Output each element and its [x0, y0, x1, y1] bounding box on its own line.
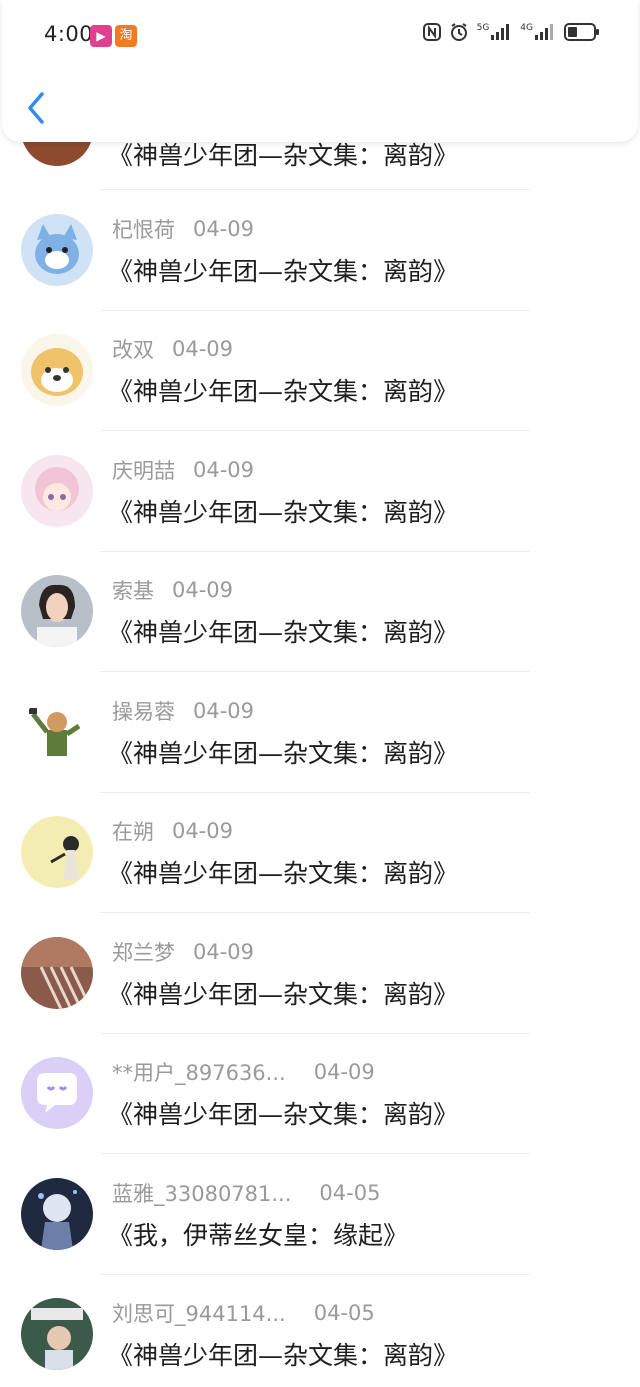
user-name: 在朔 — [112, 820, 154, 844]
list-item-meta: 操易蓉 04-09 — [112, 696, 254, 726]
avatar — [21, 575, 93, 647]
avatar — [21, 455, 93, 527]
list-item[interactable]: **用户_897636... 04-09 《神兽少年团—杂文集：离韵》 — [0, 1033, 640, 1154]
list-item-meta: 杞恨荷 04-09 — [112, 214, 254, 244]
user-name: **用户_897636... — [112, 1061, 286, 1085]
alarm-icon — [450, 23, 468, 41]
list-item[interactable]: 杞恨荷 04-09 《神兽少年团—杂文集：离韵》 — [0, 190, 640, 311]
avatar — [21, 214, 93, 286]
avatar — [21, 1057, 93, 1129]
user-name: 庆明喆 — [112, 459, 175, 483]
list-item-title: 《神兽少年团—杂文集：离韵》 — [108, 739, 459, 768]
header-bar: 4:00 ▶ 淘 5G 4G — [2, 0, 638, 142]
user-name: 刘思可_944114... — [112, 1302, 286, 1326]
avatar — [21, 334, 93, 406]
nfc-icon — [422, 23, 441, 41]
list-item[interactable]: 在朔 04-09 《神兽少年团—杂文集：离韵》 — [0, 792, 640, 913]
signal-4g-icon: 4G — [520, 24, 555, 40]
user-name: 蓝雅_33080781... — [112, 1182, 292, 1206]
list-item-meta: 索基 04-09 — [112, 575, 233, 605]
user-name: 索基 — [112, 579, 154, 603]
list-item-meta: 郑兰梦 04-09 — [112, 937, 254, 967]
date-label: 04-09 — [193, 217, 255, 241]
status-icons: 5G 4G — [422, 22, 600, 42]
user-name: 郑兰梦 — [112, 941, 175, 965]
date-label: 04-09 — [172, 337, 234, 361]
date-label: 04-09 — [193, 699, 255, 723]
list-item-meta: 刘思可_944114... 04-05 — [112, 1298, 375, 1328]
user-name: 操易蓉 — [112, 700, 175, 724]
list-item-title: 《神兽少年团—杂文集：离韵》 — [108, 1100, 459, 1129]
date-label: 04-09 — [313, 1060, 375, 1084]
list-item[interactable]: 郑兰梦 04-09 《神兽少年团—杂文集：离韵》 — [0, 913, 640, 1034]
list-item-meta: **用户_897636... 04-09 — [112, 1057, 375, 1087]
list-item-meta: 蓝雅_33080781... 04-05 — [112, 1178, 380, 1208]
network-label: 4G — [520, 23, 533, 33]
screen: 《神兽少年团—杂文集：离韵》 杞恨荷 04-09 《神兽少年团—杂文集：离韵》 … — [0, 0, 640, 1387]
list-item[interactable]: 操易蓉 04-09 《神兽少年团—杂文集：离韵》 — [0, 672, 640, 793]
date-label: 04-09 — [172, 819, 234, 843]
list-item-title: 《神兽少年团—杂文集：离韵》 — [108, 1341, 459, 1370]
list-item-title: 《我，伊蒂丝女皇：缘起》 — [108, 1221, 409, 1250]
taobao-app-icon: 淘 — [115, 25, 137, 47]
list-item-title: 《神兽少年团—杂文集：离韵》 — [108, 377, 459, 406]
date-label: 04-09 — [172, 578, 234, 602]
date-label: 04-05 — [319, 1181, 381, 1205]
avatar — [21, 816, 93, 888]
network-label: 5G — [476, 23, 490, 33]
list-item-title: 《神兽少年团—杂文集：离韵》 — [108, 498, 459, 527]
list-item-title: 《神兽少年团—杂文集：离韵》 — [108, 980, 459, 1009]
user-name: 杞恨荷 — [112, 218, 175, 242]
date-label: 04-05 — [313, 1301, 375, 1325]
list-item-title: 《神兽少年团—杂文集：离韵》 — [108, 859, 459, 888]
back-button[interactable] — [20, 86, 56, 130]
date-label: 04-09 — [193, 940, 255, 964]
list-item[interactable]: 庆明喆 04-09 《神兽少年团—杂文集：离韵》 — [0, 431, 640, 552]
list-item[interactable]: 刘思可_944114... 04-05 《神兽少年团—杂文集：离韵》 — [0, 1274, 640, 1387]
avatar — [21, 696, 93, 768]
avatar — [21, 1298, 93, 1370]
list-item-title: 《神兽少年团—杂文集：离韵》 — [108, 618, 459, 647]
chevron-left-icon — [28, 92, 44, 124]
user-name: 改双 — [112, 338, 154, 362]
avatar — [21, 937, 93, 1009]
list-item-title: 《神兽少年团—杂文集：离韵》 — [108, 257, 459, 286]
list-item[interactable]: 蓝雅_33080781... 04-05 《我，伊蒂丝女皇：缘起》 — [0, 1154, 640, 1275]
date-label: 04-09 — [193, 458, 255, 482]
status-time: 4:00 — [44, 22, 94, 46]
list-item[interactable]: 改双 04-09 《神兽少年团—杂文集：离韵》 — [0, 310, 640, 431]
list-item-meta: 在朔 04-09 — [112, 816, 233, 846]
list-item-meta: 改双 04-09 — [112, 334, 233, 364]
avatar — [21, 1178, 93, 1250]
video-app-icon: ▶ — [90, 25, 112, 47]
battery-icon — [564, 22, 600, 42]
signal-5g-icon: 5G — [477, 24, 512, 40]
list-item-meta: 庆明喆 04-09 — [112, 455, 254, 485]
list-item[interactable]: 索基 04-09 《神兽少年团—杂文集：离韵》 — [0, 551, 640, 672]
